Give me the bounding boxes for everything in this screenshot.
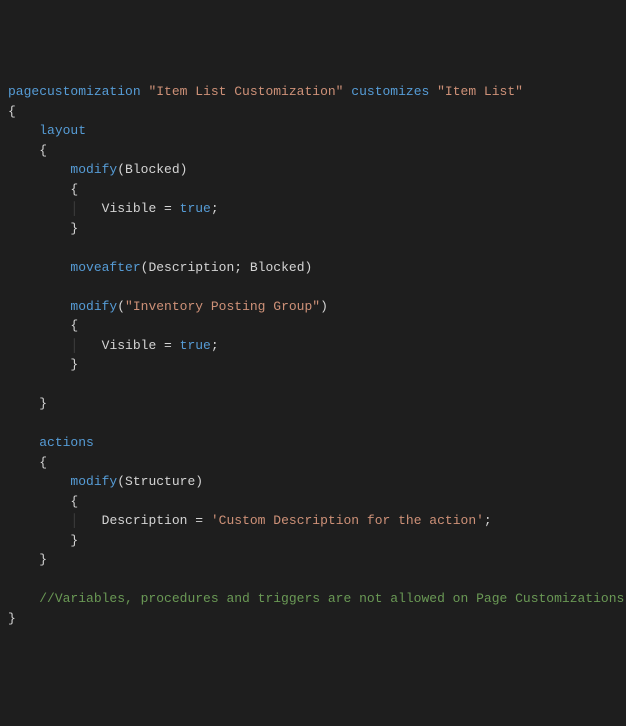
string-literal: "Item List Customization": [148, 84, 343, 99]
keyword-modify: modify: [70, 162, 117, 177]
property-visible: Visible: [102, 338, 157, 353]
code-editor: pagecustomization "Item List Customizati…: [8, 82, 618, 628]
code-line: modify("Inventory Posting Group"): [8, 297, 618, 317]
code-line: │ Visible = true;: [8, 336, 618, 356]
paren: (: [117, 299, 125, 314]
identifier: Blocked: [125, 162, 180, 177]
code-line: }: [8, 531, 618, 551]
code-line: [8, 570, 618, 590]
code-line: layout: [8, 121, 618, 141]
code-line: {: [8, 141, 618, 161]
code-line: [8, 238, 618, 258]
operator-eq: =: [187, 513, 210, 528]
code-line: {: [8, 180, 618, 200]
identifier: Blocked: [250, 260, 305, 275]
indent-guide: │: [70, 201, 78, 216]
keyword-true: true: [180, 338, 211, 353]
code-line: {: [8, 453, 618, 473]
keyword-moveafter: moveafter: [70, 260, 140, 275]
code-line: pagecustomization "Item List Customizati…: [8, 82, 618, 102]
code-line: }: [8, 219, 618, 239]
brace-close: }: [39, 396, 47, 411]
brace-close: }: [8, 611, 16, 626]
code-line: [8, 277, 618, 297]
semicolon: ;: [211, 338, 219, 353]
code-line: }: [8, 609, 618, 629]
code-line: {: [8, 102, 618, 122]
brace-open: {: [39, 143, 47, 158]
brace-close: }: [70, 357, 78, 372]
paren: (: [117, 474, 125, 489]
operator-eq: =: [156, 338, 179, 353]
indent-guide: │: [70, 513, 78, 528]
code-line: modify(Structure): [8, 472, 618, 492]
code-line: {: [8, 316, 618, 336]
code-line: │ Visible = true;: [8, 199, 618, 219]
keyword-pagecustomization: pagecustomization: [8, 84, 141, 99]
paren: ): [180, 162, 188, 177]
property-visible: Visible: [102, 201, 157, 216]
brace-open: {: [70, 494, 78, 509]
string-literal: "Inventory Posting Group": [125, 299, 320, 314]
identifier: Structure: [125, 474, 195, 489]
property-description: Description: [102, 513, 188, 528]
string-literal: "Item List": [437, 84, 523, 99]
code-line: {: [8, 492, 618, 512]
code-line: //Variables, procedures and triggers are…: [8, 589, 618, 609]
identifier: Description: [148, 260, 234, 275]
string-literal: 'Custom Description for the action': [211, 513, 484, 528]
code-line: }: [8, 550, 618, 570]
separator: ;: [234, 260, 250, 275]
indent-guide: │: [70, 338, 78, 353]
code-line: moveafter(Description; Blocked): [8, 258, 618, 278]
brace-open: {: [70, 182, 78, 197]
brace-open: {: [39, 455, 47, 470]
semicolon: ;: [211, 201, 219, 216]
code-line: [8, 414, 618, 434]
paren: ): [305, 260, 313, 275]
paren: ): [195, 474, 203, 489]
brace-open: {: [70, 318, 78, 333]
brace-close: }: [39, 552, 47, 567]
keyword-layout: layout: [39, 123, 86, 138]
paren: ): [320, 299, 328, 314]
code-line: }: [8, 355, 618, 375]
paren: (: [117, 162, 125, 177]
keyword-actions: actions: [39, 435, 94, 450]
semicolon: ;: [484, 513, 492, 528]
brace-close: }: [70, 221, 78, 236]
operator-eq: =: [156, 201, 179, 216]
code-line: }: [8, 394, 618, 414]
brace-close: }: [70, 533, 78, 548]
keyword-modify: modify: [70, 299, 117, 314]
brace-open: {: [8, 104, 16, 119]
code-line: modify(Blocked): [8, 160, 618, 180]
comment: //Variables, procedures and triggers are…: [39, 591, 624, 606]
keyword-modify: modify: [70, 474, 117, 489]
code-line: [8, 375, 618, 395]
code-line: actions: [8, 433, 618, 453]
keyword-customizes: customizes: [351, 84, 429, 99]
keyword-true: true: [180, 201, 211, 216]
